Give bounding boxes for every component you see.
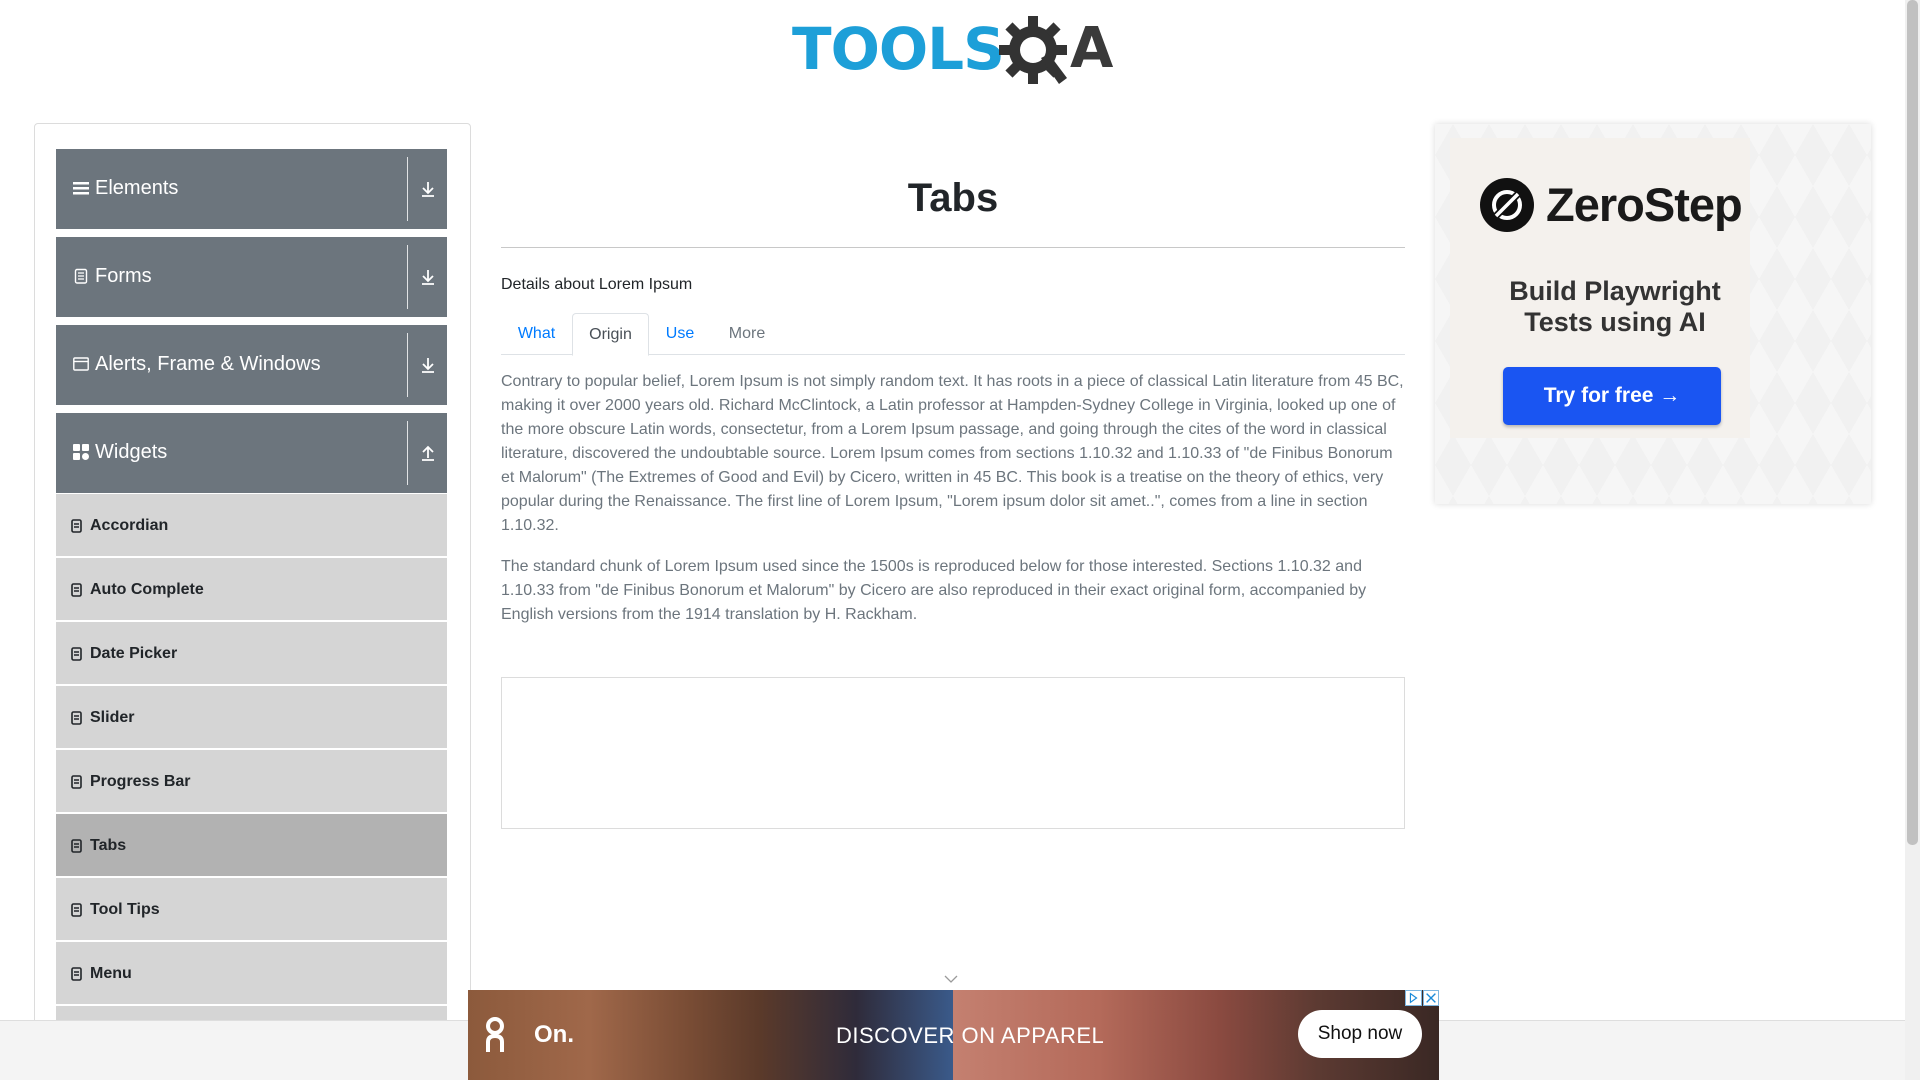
ad-placeholder xyxy=(501,677,1405,829)
ad-headline-line-2: Tests using AI xyxy=(1524,307,1706,337)
adchoices-icon[interactable] xyxy=(1405,990,1422,1006)
tab-use[interactable]: Use xyxy=(649,313,711,355)
sidebar-item-date-picker[interactable]: Date Picker xyxy=(56,622,447,685)
download-arrow-icon[interactable] xyxy=(418,267,438,287)
group-header-forms[interactable]: Forms xyxy=(56,237,447,317)
try-for-free-button[interactable]: Try for free → xyxy=(1503,367,1721,425)
sidebar-item-tool-tips[interactable]: Tool Tips xyxy=(56,878,447,941)
item-icon xyxy=(71,967,82,981)
divider xyxy=(407,333,408,397)
sidebar-item-label: Date Picker xyxy=(90,645,178,662)
ad-headline: Build Playwright Tests using AI xyxy=(1450,276,1780,338)
sidebar-item-label: Auto Complete xyxy=(90,581,204,598)
site-header: TOOLS A xyxy=(0,0,1905,100)
left-panel: Elements Forms Alerts, Frame & Windows W… xyxy=(34,123,471,1080)
item-icon xyxy=(71,647,82,661)
item-icon xyxy=(71,583,82,597)
logo-text: TOOLS xyxy=(792,15,1005,83)
sidebar-item-label: Tabs xyxy=(90,837,127,854)
item-icon xyxy=(71,839,82,853)
shop-now-button[interactable]: Shop now xyxy=(1298,1010,1422,1058)
sidebar-item-tabs[interactable]: Tabs xyxy=(56,814,447,877)
ad-headline-line-1: Build Playwright xyxy=(1509,276,1721,306)
divider xyxy=(407,421,408,485)
zerostep-brand: ZeroStep xyxy=(1546,178,1743,231)
tab-paragraph-1: Contrary to popular belief, Lorem Ipsum … xyxy=(501,373,1404,534)
sidebar-item-label: Menu xyxy=(90,965,132,982)
grid-icon xyxy=(73,444,89,460)
tab-origin[interactable]: Origin xyxy=(572,313,649,356)
sidebar-item-menu[interactable]: Menu xyxy=(56,942,447,1005)
tab-what[interactable]: What xyxy=(501,313,572,355)
chevron-down-icon[interactable] xyxy=(944,972,958,986)
group-label: Elements xyxy=(95,177,179,199)
item-icon xyxy=(71,519,82,533)
download-arrow-icon[interactable] xyxy=(418,355,438,375)
sidebar-item-label: Tool Tips xyxy=(90,901,160,918)
item-icon xyxy=(71,775,82,789)
group-header-alerts[interactable]: Alerts, Frame & Windows xyxy=(56,325,447,405)
tab-bar: What Origin Use More xyxy=(501,313,1405,356)
download-arrow-icon[interactable] xyxy=(418,179,438,199)
tab-paragraph-2: The standard chunk of Lorem Ipsum used s… xyxy=(501,558,1367,623)
page-title: Tabs xyxy=(907,176,999,220)
sidebar-item-slider[interactable]: Slider xyxy=(56,686,447,749)
sidebar-item-progress-bar[interactable]: Progress Bar xyxy=(56,750,447,813)
zerostep-logo-icon xyxy=(1480,178,1534,232)
group-label: Widgets xyxy=(95,441,168,463)
page-scrollbar[interactable] xyxy=(1905,0,1920,1080)
banner-copy: DISCOVER ON APPAREL xyxy=(836,1023,1105,1048)
zerostep-card: ZeroStep Build Playwright Tests using AI… xyxy=(1450,138,1750,438)
sidebar-item-auto-complete[interactable]: Auto Complete xyxy=(56,558,447,621)
group-label: Alerts, Frame & Windows xyxy=(95,353,321,375)
item-icon xyxy=(71,711,82,725)
gear-icon xyxy=(999,16,1067,84)
sidebar-item-label: Accordian xyxy=(90,517,169,534)
group-header-widgets[interactable]: Widgets xyxy=(56,413,447,493)
divider xyxy=(407,157,408,221)
tab-more: More xyxy=(728,325,766,342)
group-label: Forms xyxy=(95,265,152,287)
on-logo-icon xyxy=(486,1017,504,1052)
sidebar-item-label: Slider xyxy=(90,709,135,726)
list-icon xyxy=(73,182,89,195)
item-icon xyxy=(71,903,82,917)
toolsqa-logo[interactable]: TOOLS A xyxy=(792,14,1118,92)
upload-arrow-icon[interactable] xyxy=(418,443,438,463)
right-advertisement[interactable]: ZeroStep Build Playwright Tests using AI… xyxy=(1435,124,1871,504)
logo-letter-a: A xyxy=(1070,16,1114,81)
sidebar-item-accordian[interactable]: Accordian xyxy=(56,494,447,557)
window-icon xyxy=(73,357,89,371)
divider xyxy=(407,245,408,309)
bottom-banner-ad[interactable]: On. DISCOVER ON APPAREL Shop now xyxy=(468,990,1439,1080)
group-header-elements[interactable]: Elements xyxy=(56,149,447,229)
title-divider xyxy=(501,247,1405,248)
section-subheading: Details about Lorem Ipsum xyxy=(501,276,693,293)
banner-brand: On. xyxy=(534,1021,574,1048)
scrollbar-thumb[interactable] xyxy=(1907,0,1918,845)
sidebar-item-label: Progress Bar xyxy=(90,773,191,790)
clipboard-icon xyxy=(74,268,88,284)
close-icon[interactable] xyxy=(1423,990,1439,1006)
